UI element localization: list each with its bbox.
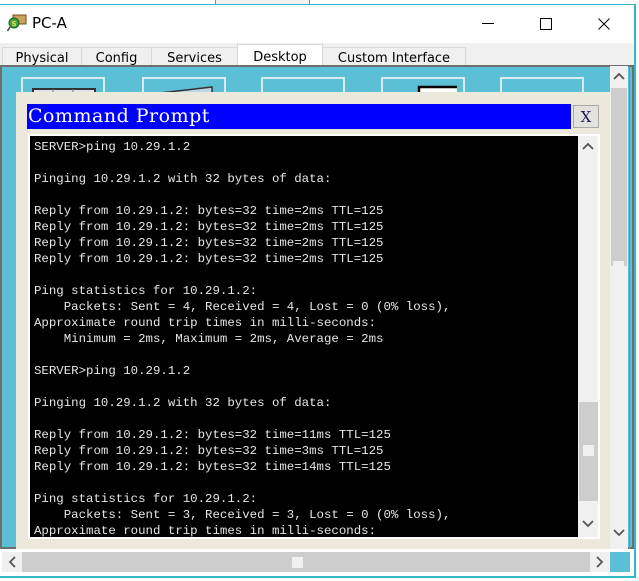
- horizontal-scroll-thumb[interactable]: [292, 557, 303, 568]
- divider: [629, 66, 630, 549]
- title-bar[interactable]: S PC-A: [0, 5, 634, 42]
- outer-horizontal-scrollbar[interactable]: [2, 552, 630, 572]
- chevron-right-icon: [596, 556, 604, 568]
- scroll-thumb[interactable]: [613, 261, 624, 272]
- scroll-corner: [610, 552, 630, 572]
- terminal-scroll-up-icon[interactable]: [582, 142, 594, 150]
- close-button[interactable]: [581, 5, 627, 42]
- maximize-button[interactable]: [523, 5, 569, 42]
- window-title: PC-A: [32, 14, 67, 32]
- terminal-text: SERVER>ping 10.29.1.2 Pinging 10.29.1.2 …: [34, 140, 451, 538]
- scroll-down-icon[interactable]: [613, 529, 625, 537]
- command-prompt-close-button[interactable]: X: [573, 105, 599, 128]
- close-icon: [598, 17, 610, 30]
- maximize-icon: [540, 17, 552, 30]
- minimize-icon: [482, 22, 494, 24]
- command-prompt-window: Command Prompt X SERVER>ping 10.29.1.2 P…: [16, 92, 610, 549]
- minimize-button[interactable]: [465, 5, 511, 42]
- terminal-scroll-thumb[interactable]: [583, 445, 594, 456]
- terminal-output[interactable]: SERVER>ping 10.29.1.2 Pinging 10.29.1.2 …: [28, 134, 578, 539]
- scroll-track[interactable]: [611, 88, 627, 266]
- scroll-up-icon[interactable]: [613, 72, 625, 80]
- command-prompt-title: Command Prompt: [27, 104, 571, 129]
- outer-vertical-scrollbar[interactable]: [610, 66, 628, 549]
- pc-app-icon: S: [7, 14, 27, 32]
- terminal-scroll-down-icon[interactable]: [582, 520, 594, 528]
- scroll-right-button[interactable]: [590, 552, 610, 572]
- terminal-vertical-scrollbar[interactable]: [578, 134, 600, 539]
- scroll-left-button[interactable]: [2, 552, 22, 572]
- chevron-left-icon: [8, 556, 16, 568]
- svg-text:S: S: [12, 20, 17, 28]
